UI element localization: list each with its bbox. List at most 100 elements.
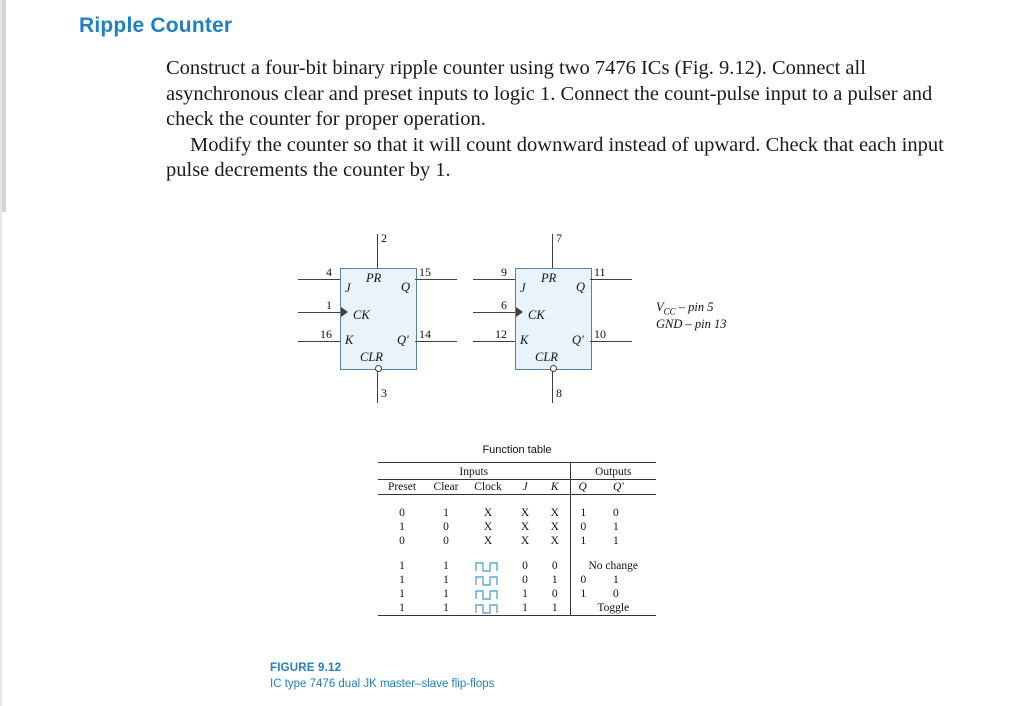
clock-pulse-icon [475,603,498,614]
cell-clock: X [483,521,493,533]
cell-k: 0 [551,560,558,572]
cell-preset: 1 [399,588,405,600]
table-group-header-row: Inputs Outputs [378,462,656,480]
ff1-label-pr: PR [366,271,382,285]
cell-preset: 0 [399,535,405,547]
spacer-cell-out [569,548,656,559]
col-header-clear: Clear [433,481,459,493]
cell-clock: X [483,507,493,519]
cell-clear: 0 [443,521,449,533]
cell-j: 0 [522,560,528,572]
cell-preset: 1 [399,560,405,572]
cell-q: 1 [569,534,613,548]
cell-clock-pulse-icon [466,573,510,587]
body-text: Construct a four-bit binary ripple count… [166,56,956,184]
paragraph-2: Modify the counter so that it will count… [166,133,944,182]
cell-clear: 1 [443,588,449,600]
clock-pulse-icon [475,561,498,572]
ff2-label-q: Q [576,280,586,294]
clock-pulse-icon [475,589,498,600]
table-row: 1 1 0 1 0 1 [378,573,656,587]
cell-j: 0 [522,574,528,586]
ff1-pin-pr: 2 [381,231,387,245]
note-vcc-rest: – pin 5 [675,300,714,314]
cell-clear: 1 [443,560,449,572]
ff2-clear-bubble [549,365,557,372]
ff1-pin-ck: 1 [326,298,332,312]
col-header-q: Q [569,479,613,495]
table-spacer-row-2 [378,548,656,559]
table-spacer-row-1 [378,494,656,507]
ff1-pin-k: 16 [320,327,332,341]
ff2-label-j: J [520,281,526,295]
ff1-j-input-wire [298,279,340,280]
ff2-label-ck: CK [528,308,545,322]
cell-j: X [520,535,530,547]
spacer-cell [378,495,570,507]
cell-qn: 1 [613,574,619,586]
ff2-label-pr: PR [541,271,557,285]
cell-clock-pulse-icon [466,587,510,601]
group-header-inputs: Inputs [459,466,489,478]
cell-preset: 1 [399,602,405,614]
col-header-qn: Q' [613,481,624,493]
cell-k: X [550,521,559,533]
cell-output-note: No change [569,559,656,573]
cell-j: X [520,521,530,533]
col-header-preset: Preset [387,481,417,493]
figure-caption-text: IC type 7476 dual JK master–slave flip-f… [270,678,495,690]
cell-j: 1 [522,588,528,600]
cell-q: 0 [569,573,613,587]
ff2-pin-q: 11 [594,265,606,279]
ff1-pin-clr: 3 [381,386,387,400]
spacer-cell-out [569,494,656,506]
cell-qn: 1 [613,535,619,547]
cell-preset: 0 [399,507,405,519]
function-table-title: Function table [482,444,552,456]
ff2-label-clr: CLR [535,350,558,364]
cell-clear: 0 [443,535,449,547]
clock-pulse-icon [475,575,498,586]
cell-k: X [550,507,559,519]
paragraph-1: Construct a four-bit binary ripple count… [166,57,933,130]
ff1-preset-wire [377,234,378,268]
page-edge-line [0,0,2,706]
cell-clear: 1 [443,602,449,614]
function-table: Inputs Outputs Preset Clear Clock J K Q … [378,462,656,616]
cell-clock-pulse-icon [466,601,510,616]
col-header-k: K [550,481,559,493]
cell-q: 1 [569,587,613,601]
figure-caption: FIGURE 9.12 IC type 7476 dual JK master–… [270,660,494,692]
ff1-ck-input-wire [298,312,340,313]
cell-j: X [520,507,530,519]
ff2-pin-j: 9 [501,265,507,279]
group-header-outputs: Outputs [569,462,656,480]
cell-j: 1 [522,602,528,614]
ff1-label-q: Q [401,280,411,294]
spacer-cell [378,548,570,559]
cell-clock: X [483,535,493,547]
cell-k: 1 [551,574,558,586]
ff2-label-qn: Q' [572,333,584,347]
col-header-j: J [522,481,528,493]
cell-qn: 0 [613,588,619,600]
ff2-pin-ck: 6 [501,298,507,312]
ff2-ck-input-wire [473,312,515,313]
cell-k: 0 [551,588,558,600]
cell-q: 1 [569,506,613,520]
col-header-clock: Clock [474,481,502,493]
note-gnd: GND – pin 13 [656,317,727,331]
ff2-pin-qn: 10 [594,327,606,341]
cell-qn: 0 [613,507,619,519]
cell-clear: 1 [443,574,449,586]
ff1-ck-triangle-icon [341,307,348,317]
ff2-pin-pr: 7 [556,231,562,245]
ff2-preset-wire [552,234,553,268]
page-title: Ripple Counter [79,14,233,37]
table-row: 1 1 0 0 No change [378,559,656,573]
cell-q: 0 [569,520,613,534]
table-row: 0 0 X X X 1 1 [378,534,656,548]
ff1-label-qn: Q' [397,333,409,347]
cell-k: 1 [551,602,558,614]
cell-qn: 1 [613,521,619,533]
